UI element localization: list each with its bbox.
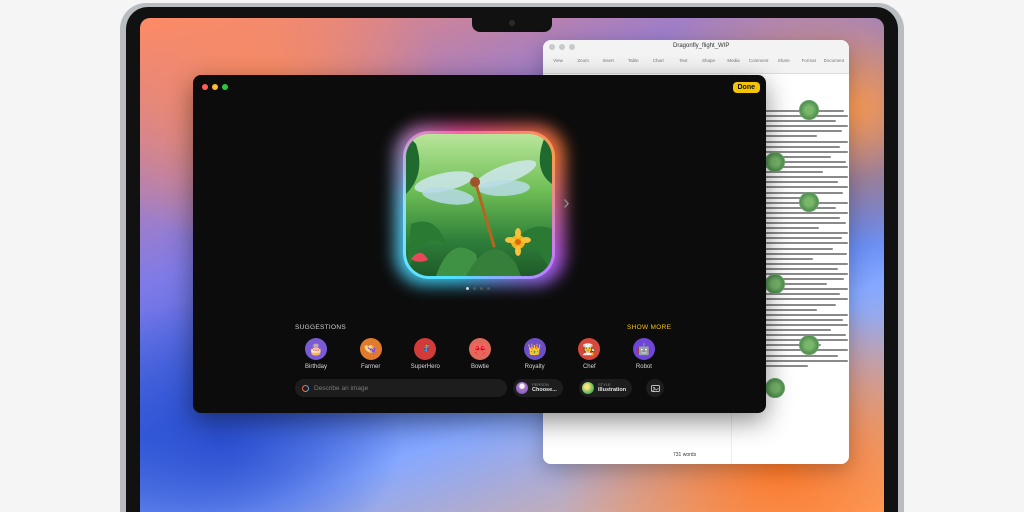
show-more-button[interactable]: SHOW MORE (627, 324, 671, 331)
hero-mask-icon[interactable]: 🦸 (414, 338, 437, 360)
suggestion-farmer[interactable]: 👒 Farmer (350, 338, 392, 370)
gallery-button[interactable] (646, 379, 664, 397)
suggestion-superhero[interactable]: 🦸 SuperHero (404, 338, 446, 370)
tool-text[interactable]: Text (672, 58, 694, 63)
style-chip-text: STYLE Illustration (598, 382, 626, 394)
playground-window-controls[interactable] (202, 84, 228, 90)
tool-insert[interactable]: Insert (597, 58, 619, 63)
robot-icon[interactable]: 🤖 (632, 338, 655, 360)
bowtie-icon[interactable]: 🎀 (468, 338, 491, 360)
page-dot[interactable] (487, 287, 490, 290)
tool-format[interactable]: Format (798, 58, 820, 63)
minimize-icon[interactable] (212, 84, 218, 90)
generated-dragonfly-image[interactable] (406, 134, 552, 276)
scepter-icon[interactable]: 👑 (523, 338, 546, 360)
suggestion-birthday[interactable]: 🎂 Birthday (295, 338, 337, 370)
describe-image-input[interactable]: Describe an image (295, 379, 507, 397)
dragonfly-thumbnail (799, 335, 819, 355)
suggestion-label: SuperHero (410, 364, 440, 370)
next-image-chevron-icon[interactable]: › (563, 193, 570, 213)
prompt-placeholder: Describe an image (314, 384, 369, 392)
playground-icon (302, 384, 309, 392)
dragonfly-thumbnail (765, 378, 785, 398)
document-window-controls[interactable] (549, 44, 575, 50)
document-toolbar: Dragonfly_flight_WIP View Zoom Insert Ta… (543, 40, 849, 74)
tool-zoom[interactable]: Zoom (572, 58, 594, 63)
minimize-icon[interactable] (559, 44, 565, 50)
tool-view[interactable]: View (547, 58, 569, 63)
page-dot[interactable] (473, 287, 476, 290)
person-picker[interactable]: PERSON Choose... (513, 379, 563, 397)
close-icon[interactable] (202, 84, 208, 90)
person-chip-text: PERSON Choose... (532, 382, 557, 394)
tool-table[interactable]: Table (622, 58, 644, 63)
page-dot[interactable] (466, 287, 469, 290)
tool-comment[interactable]: Comment (748, 58, 770, 63)
zoom-icon[interactable] (569, 44, 575, 50)
style-chip-value: Illustration (598, 387, 627, 393)
suggestion-label: Farmer (360, 364, 381, 370)
dragonfly-illustration (406, 134, 552, 276)
close-icon[interactable] (549, 44, 555, 50)
chef-hat-icon[interactable]: 🧑‍🍳 (578, 338, 601, 360)
tool-share[interactable]: Share (773, 58, 795, 63)
document-tool-row: View Zoom Insert Table Chart Text Shape … (547, 58, 845, 63)
dragonfly-thumbnail (799, 192, 819, 212)
image-page-indicator[interactable] (466, 287, 490, 290)
word-count[interactable]: 731 words (673, 452, 696, 458)
straw-hat-icon[interactable]: 👒 (359, 338, 382, 360)
suggestion-label: Bowtie (470, 364, 489, 370)
tool-shape[interactable]: Shape (697, 58, 719, 63)
suggestion-label: Royalty (524, 364, 545, 370)
desktop-scene: Dragonfly_flight_WIP View Zoom Insert Ta… (0, 0, 1024, 512)
suggestion-bowtie[interactable]: 🎀 Bowtie (459, 338, 501, 370)
suggestions-heading: SUGGESTIONS (295, 324, 346, 331)
suggestion-label: Birthday (304, 364, 327, 370)
tool-media[interactable]: Media (723, 58, 745, 63)
person-chip-value: Choose... (532, 387, 557, 393)
page-dot[interactable] (480, 287, 483, 290)
generated-image-frame[interactable] (403, 131, 555, 279)
style-thumbnail-icon (582, 382, 594, 394)
dragonfly-thumbnail (799, 100, 819, 120)
dragonfly-thumbnail (765, 152, 785, 172)
suggestion-robot[interactable]: 🤖 Robot (623, 338, 665, 370)
done-button[interactable]: Done (732, 82, 760, 93)
style-picker[interactable]: STYLE Illustration (579, 379, 633, 397)
image-playground-window[interactable]: Done › SUGGESTIONS SHOW MORE 🎂 Birthday … (193, 75, 766, 413)
dragonfly-thumbnail (765, 274, 785, 294)
camera-icon (509, 20, 515, 26)
suggestion-label: Robot (635, 364, 652, 370)
document-title: Dragonfly_flight_WIP (673, 43, 730, 49)
zoom-icon[interactable] (222, 84, 228, 90)
suggestion-royalty[interactable]: 👑 Royalty (514, 338, 556, 370)
person-icon (516, 382, 528, 394)
tool-chart[interactable]: Chart (647, 58, 669, 63)
photo-library-icon (650, 385, 660, 392)
tool-document[interactable]: Document (823, 58, 845, 63)
suggestion-label: Chef (582, 364, 596, 370)
cake-icon[interactable]: 🎂 (305, 338, 327, 360)
suggestion-chef[interactable]: 🧑‍🍳 Chef (568, 338, 610, 370)
suggestions-row: 🎂 Birthday 👒 Farmer 🦸 SuperHero 🎀 Bowtie… (295, 338, 665, 370)
